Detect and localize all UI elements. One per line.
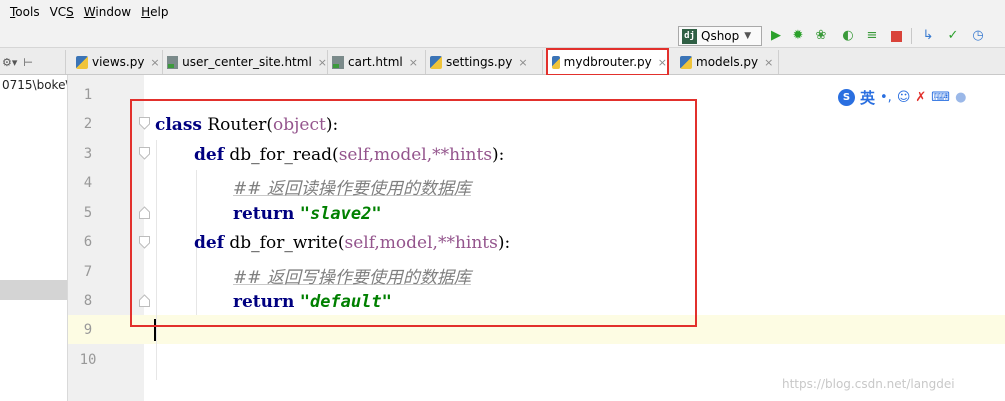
- python-file-icon: [76, 55, 88, 69]
- tab-views-py[interactable]: views.py ×: [72, 50, 163, 74]
- python-file-icon: [552, 55, 560, 69]
- tab-settings-py[interactable]: settings.py ×: [426, 50, 543, 74]
- project-panel: 0715\boke\: [0, 75, 68, 401]
- debug-icon[interactable]: ✹: [790, 28, 806, 44]
- line-number: 2: [83, 116, 93, 132]
- ime-language-toggle[interactable]: 英: [860, 87, 875, 108]
- menu-help-mnemonic: H: [141, 5, 151, 19]
- vcs-commit-icon[interactable]: ✓: [945, 28, 961, 44]
- close-icon[interactable]: ×: [150, 56, 159, 69]
- close-icon[interactable]: ×: [658, 56, 667, 69]
- close-icon[interactable]: ×: [518, 56, 527, 69]
- menu-bar: Tools VCS Window Help: [0, 0, 1005, 24]
- ime-logo-icon[interactable]: S: [838, 88, 855, 106]
- profile-icon[interactable]: ◐: [840, 28, 856, 44]
- main-toolbar: dj Qshop ▼ ▶ ✹ ❀ ◐ ≡ ↳ ✓ ◷: [0, 24, 1005, 48]
- ime-toolbar: S 英 •, ☺ ✗ ⌨ ●: [838, 86, 998, 108]
- run-config-select[interactable]: dj Qshop ▼: [678, 26, 762, 46]
- tab-mydbrouter-py[interactable]: mydbrouter.py ×: [546, 48, 669, 76]
- menu-window-label: indow: [95, 5, 132, 19]
- line-number: 1: [83, 87, 93, 103]
- menu-window[interactable]: Window: [84, 5, 131, 19]
- project-panel-controls: ⚙▾ ⊢: [0, 50, 66, 74]
- collapse-icon[interactable]: ⊢: [23, 56, 33, 69]
- menu-vcs-label: VC: [49, 5, 67, 19]
- tab-label: settings.py: [446, 55, 513, 69]
- close-icon[interactable]: ×: [409, 56, 418, 69]
- django-icon: dj: [682, 28, 697, 44]
- close-icon[interactable]: ×: [318, 56, 327, 69]
- line-number: 7: [83, 264, 93, 280]
- run-icon[interactable]: ▶: [768, 28, 784, 44]
- menu-tools[interactable]: Tools: [10, 5, 40, 19]
- menu-window-mnemonic: W: [83, 5, 96, 19]
- punctuation-icon[interactable]: •,: [880, 90, 892, 105]
- chevron-down-icon: ▼: [744, 31, 752, 41]
- tools-icon[interactable]: ✗: [915, 90, 926, 105]
- user-icon[interactable]: ●: [955, 90, 966, 105]
- line-number: 6: [83, 234, 93, 250]
- tab-label: user_center_site.html: [182, 55, 312, 69]
- python-file-icon: [430, 55, 442, 69]
- concurrency-icon[interactable]: ≡: [864, 28, 880, 44]
- project-selected-row[interactable]: [0, 280, 67, 300]
- line-number: 4: [83, 175, 93, 191]
- line-number: 8: [83, 293, 93, 309]
- settings-icon[interactable]: ⚙▾: [2, 56, 17, 69]
- html-file-icon: [167, 55, 179, 69]
- run-config-label: Qshop: [701, 29, 740, 43]
- project-path[interactable]: 0715\boke\: [2, 78, 67, 92]
- keyboard-icon[interactable]: ⌨: [931, 90, 950, 105]
- stop-icon[interactable]: [888, 28, 904, 44]
- vcs-update-icon[interactable]: ↳: [920, 28, 936, 44]
- tab-label: views.py: [92, 55, 145, 69]
- tab-label: mydbrouter.py: [563, 55, 652, 69]
- menu-tools-label: ools: [15, 5, 40, 19]
- editor-tab-bar: ⚙▾ ⊢ views.py × user_center_site.html × …: [0, 48, 1005, 76]
- toolbar-divider: [911, 28, 912, 44]
- annotation-highlight-box: [130, 99, 697, 327]
- line-number: 10: [79, 352, 97, 368]
- line-number: 3: [83, 146, 93, 162]
- emoji-icon[interactable]: ☺: [897, 90, 911, 105]
- python-file-icon: [680, 55, 692, 69]
- coverage-icon[interactable]: ❀: [813, 28, 829, 44]
- menu-vcs-mnemonic: S: [66, 5, 74, 19]
- menu-help[interactable]: Help: [141, 5, 168, 19]
- tab-models-py[interactable]: models.py ×: [676, 50, 779, 74]
- html-file-icon: [332, 55, 344, 69]
- tab-label: cart.html: [348, 55, 403, 69]
- tab-label: models.py: [696, 55, 759, 69]
- tab-cart-html[interactable]: cart.html ×: [328, 50, 426, 74]
- close-icon[interactable]: ×: [764, 56, 773, 69]
- menu-vcs[interactable]: VCS: [50, 5, 74, 19]
- line-number: 5: [83, 205, 93, 221]
- watermark: https://blog.csdn.net/langdei: [782, 377, 955, 391]
- tab-user-center-site-html[interactable]: user_center_site.html ×: [163, 50, 328, 74]
- vcs-history-icon[interactable]: ◷: [970, 28, 986, 44]
- line-number: 9: [83, 322, 93, 338]
- menu-help-label: elp: [150, 5, 169, 19]
